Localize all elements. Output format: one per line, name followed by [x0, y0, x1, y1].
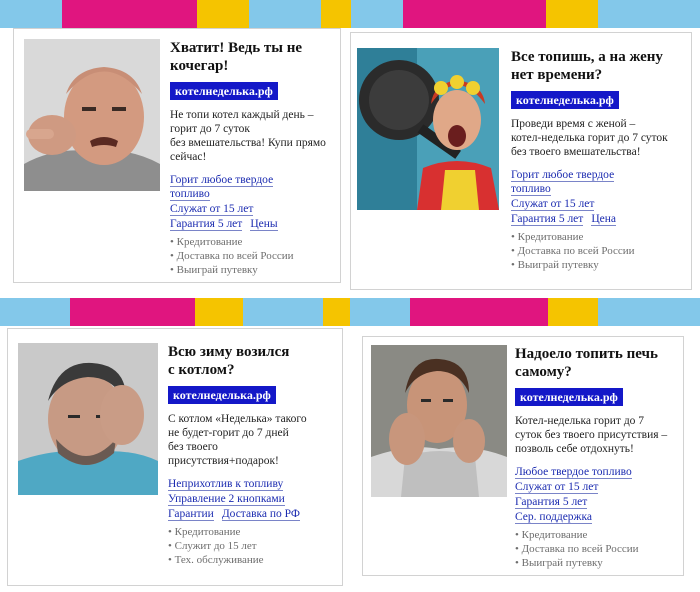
ad-title[interactable]: Хватит! Ведь ты не кочегар!	[170, 39, 338, 75]
sitelink[interactable]: Неприхотлив к топливу	[168, 478, 284, 491]
sitelink[interactable]: Гарантия 5 лет	[511, 213, 584, 226]
sitelinks: Горит любое твердое топливо Служат от 15…	[511, 168, 689, 226]
sitelink[interactable]: Цены	[250, 218, 278, 231]
bullet-item: Выиграй путевку	[515, 556, 683, 570]
bullet-list: Кредитование Доставка по всей России Выи…	[170, 235, 338, 277]
domain-badge[interactable]: котелнеделька.рф	[170, 82, 278, 100]
bullet-list: Кредитование Доставка по всей России Выи…	[515, 528, 683, 570]
ad-title[interactable]: Все топишь, а на жену нет времени?	[511, 48, 689, 84]
bullet-item: Доставка по всей России	[515, 542, 683, 556]
bullet-item: Кредитование	[515, 528, 683, 542]
sitelinks: Любое твердое топливо Служат от 15 лет Г…	[515, 465, 683, 524]
sitelink[interactable]: Сер. поддержка	[515, 511, 593, 524]
sitelinks: Неприхотлив к топливу Управление 2 кнопк…	[168, 477, 340, 521]
bullet-item: Кредитование	[170, 235, 338, 249]
bullet-item: Выиграй путевку	[511, 258, 689, 272]
ad-description: Проведи время с женой – котел-неделька г…	[511, 118, 668, 158]
sitelink[interactable]: Горит любое твердое топливо	[170, 174, 274, 201]
ad-title[interactable]: Надоело топить печь самому?	[515, 345, 683, 381]
domain-badge[interactable]: котелнеделька.рф	[511, 91, 619, 109]
sitelink[interactable]: Горит любое твердое топливо	[511, 169, 615, 196]
bullet-item: Доставка по всей России	[170, 249, 338, 263]
sitelink[interactable]: Гарантия 5 лет	[170, 218, 243, 231]
ad-description: С котлом «Неделька» такого не будет-гори…	[168, 413, 307, 467]
sitelink[interactable]: Доставка по РФ	[221, 508, 300, 521]
top-color-stripe	[0, 0, 700, 28]
sitelink[interactable]: Любое твердое топливо	[515, 466, 632, 479]
tired-man-photo[interactable]	[18, 343, 158, 495]
sitelink[interactable]: Служат от 15 лет	[511, 198, 595, 211]
bullet-list: Кредитование Доставка по всей России Выи…	[511, 230, 689, 272]
sitelink[interactable]: Служат от 15 лет	[170, 203, 254, 216]
domain-badge[interactable]: котелнеделька.рф	[168, 386, 276, 404]
ad-card-2[interactable]: Все топишь, а на жену нет времени? котел…	[350, 32, 692, 290]
bullet-item: Тех. обслуживание	[168, 553, 340, 567]
angry-man-pointing-photo[interactable]	[24, 39, 160, 191]
screaming-woman-with-pan-photo[interactable]	[357, 48, 499, 210]
sitelink[interactable]: Гарантии	[168, 508, 214, 521]
bullet-list: Кредитование Служит до 15 лет Тех. обслу…	[168, 525, 340, 567]
ad-description: Котел-неделька горит до 7 суток без твое…	[515, 415, 668, 455]
bullet-item: Служит до 15 лет	[168, 539, 340, 553]
sitelink[interactable]: Служат от 15 лет	[515, 481, 599, 494]
ad-card-1[interactable]: Хватит! Ведь ты не кочегар! котелнедельк…	[13, 28, 341, 283]
sitelink[interactable]: Управление 2 кнопками	[168, 493, 285, 506]
ad-card-4[interactable]: Надоело топить печь самому? котелнедельк…	[362, 336, 684, 576]
middle-color-stripe	[0, 298, 700, 326]
bullet-item: Выиграй путевку	[170, 263, 338, 277]
bullet-item: Кредитование	[511, 230, 689, 244]
bullet-item: Доставка по всей России	[511, 244, 689, 258]
bullet-item: Кредитование	[168, 525, 340, 539]
ad-description: Не топи котел каждый день – горит до 7 с…	[170, 109, 326, 163]
sitelinks: Горит любое твердое топливо Служат от 15…	[170, 173, 338, 231]
ad-title[interactable]: Всю зиму возился с котлом?	[168, 343, 340, 379]
sitelink[interactable]: Цена	[591, 213, 616, 226]
ad-card-3[interactable]: Всю зиму возился с котлом? котелнеделька…	[7, 328, 343, 586]
sitelink[interactable]: Гарантия 5 лет	[515, 496, 588, 509]
bored-man-photo[interactable]	[371, 345, 507, 497]
domain-badge[interactable]: котелнеделька.рф	[515, 388, 623, 406]
